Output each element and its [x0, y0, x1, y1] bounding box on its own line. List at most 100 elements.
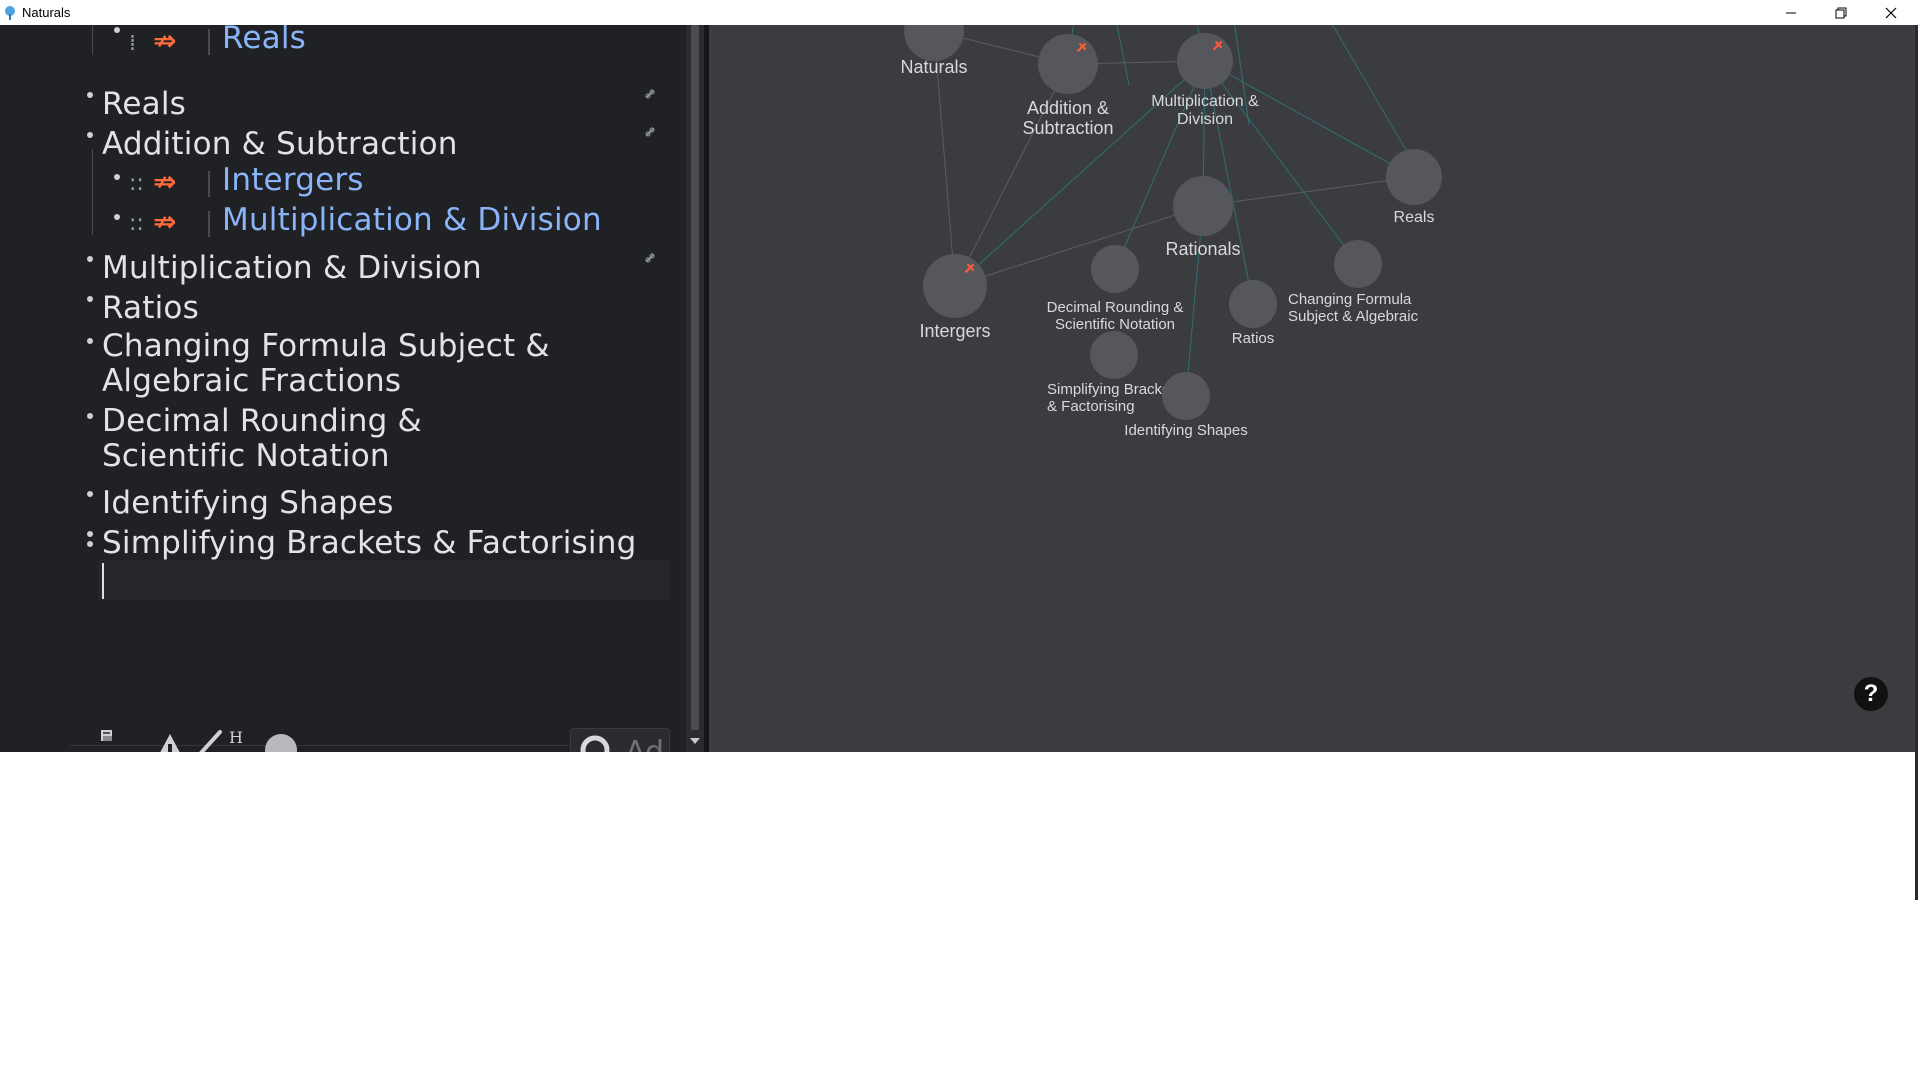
- node-label: Division: [1177, 111, 1233, 128]
- restore-button[interactable]: [1818, 0, 1864, 25]
- list-item-identifying-shapes[interactable]: Identifying Shapes: [0, 462, 686, 521]
- bullet: [87, 92, 93, 98]
- bullet: [87, 491, 93, 497]
- node-circle[interactable]: [1173, 176, 1233, 236]
- list-item-link-multiplication-division[interactable]: :: ⇏ Multiplication & Division: [0, 185, 686, 238]
- item-text[interactable]: Simplifying Brackets & Factorising: [102, 525, 636, 561]
- bullet: [87, 132, 93, 138]
- node-circle[interactable]: [1162, 372, 1210, 420]
- minimize-icon: [1786, 12, 1796, 13]
- bullet: [87, 413, 93, 419]
- node-label: Multiplication &: [1151, 93, 1259, 110]
- graph-node-naturals[interactable]: Naturals: [900, 25, 968, 77]
- graph-node-addsub[interactable]: Addition &Subtraction: [1022, 34, 1114, 138]
- node-circle[interactable]: [1091, 245, 1139, 293]
- list-item-link-reals[interactable]: ⁞ ⇏ Reals: [0, 25, 686, 59]
- node-circle[interactable]: [1038, 34, 1098, 94]
- outline-pane[interactable]: ⁞ ⇏ Reals Reals Addition & Subtraction :…: [0, 25, 686, 752]
- graph-node-reals[interactable]: Reals: [1386, 149, 1442, 226]
- graph-edge: [1331, 25, 1410, 156]
- list-item-ratios[interactable]: Ratios: [0, 267, 686, 326]
- bullet: [87, 338, 93, 344]
- restore-icon: [1835, 7, 1847, 18]
- graph-node-rationals[interactable]: Rationals: [1165, 176, 1241, 259]
- node-label: Naturals: [900, 57, 967, 77]
- node-label: Subtraction: [1022, 118, 1113, 138]
- list-item-multiplication-division[interactable]: Multiplication & Division: [0, 227, 686, 286]
- graph-nodes[interactable]: Naturals Addition &Subtraction Multiplicat…: [900, 25, 1442, 439]
- graph-edge: [1202, 176, 1415, 207]
- scrollbar-thumb[interactable]: [691, 25, 699, 730]
- search-icon: [580, 735, 610, 752]
- node-label: & Factorising: [1047, 398, 1135, 415]
- scroll-down-arrow-icon[interactable]: [690, 738, 700, 744]
- search-input[interactable]: Ad: [570, 728, 670, 752]
- graph-node-changing[interactable]: Changing FormulaSubject & Algebraic: [1288, 240, 1419, 325]
- heading-icon[interactable]: H: [229, 728, 243, 747]
- node-label: Scientific Notation: [1055, 316, 1175, 333]
- node-label: Intergers: [919, 321, 990, 341]
- graph-edge: [1204, 60, 1359, 265]
- text-caret: [102, 563, 104, 599]
- notes-icon[interactable]: [100, 728, 116, 744]
- list-item-changing-formula[interactable]: Changing Formula Subject & Algebraic Fra…: [0, 309, 686, 399]
- node-label: Rationals: [1165, 239, 1240, 259]
- drag-handle-icon[interactable]: ⁞: [129, 31, 136, 56]
- bullet: [114, 27, 120, 33]
- bullet: [87, 531, 93, 537]
- new-item-input[interactable]: [98, 560, 670, 600]
- graph-edge: [1234, 25, 1250, 126]
- graph-node-decimal[interactable]: Decimal Rounding &Scientific Notation: [1047, 245, 1184, 333]
- list-item-simplifying-brackets[interactable]: Simplifying Brackets & Factorising: [0, 502, 686, 561]
- bullet: [114, 214, 120, 220]
- node-label: Ratios: [1232, 330, 1275, 347]
- window-title: Naturals: [22, 5, 71, 20]
- bullet: [87, 296, 93, 302]
- node-label: Identifying Shapes: [1124, 422, 1247, 439]
- link-icon[interactable]: [645, 253, 655, 263]
- node-circle[interactable]: [1386, 149, 1442, 205]
- link-icon[interactable]: [645, 127, 655, 137]
- node-circle[interactable]: [1177, 33, 1233, 89]
- graph-node-brackets[interactable]: Simplifying Brackets& Factorising: [1047, 331, 1182, 415]
- search-placeholder: Ad: [625, 735, 664, 752]
- graph-node-ratios[interactable]: Ratios: [1229, 280, 1277, 347]
- list-item-addition-subtraction[interactable]: Addition & Subtraction: [0, 103, 686, 162]
- link-separator: [208, 29, 210, 55]
- outline-scrollbar[interactable]: [686, 25, 704, 752]
- node-label: Addition &: [1027, 98, 1109, 118]
- link-icon[interactable]: [645, 89, 655, 99]
- graph-edge: [1116, 25, 1130, 86]
- link-text[interactable]: Reals: [222, 25, 306, 56]
- help-button[interactable]: ?: [1854, 677, 1888, 711]
- graph-edge: [1204, 60, 1415, 178]
- list-item-decimal-rounding[interactable]: Decimal Rounding & Scientific Notation: [0, 384, 686, 474]
- node-circle[interactable]: [1229, 280, 1277, 328]
- warning-icon[interactable]: [152, 732, 188, 752]
- node-circle[interactable]: [923, 254, 987, 318]
- bullet: [87, 256, 93, 262]
- node-label: Changing Formula: [1288, 291, 1412, 308]
- title-bar: Naturals: [0, 0, 1918, 25]
- minimize-button[interactable]: [1768, 0, 1814, 25]
- node-circle[interactable]: [1334, 240, 1382, 288]
- app-icon: [5, 6, 15, 20]
- close-button[interactable]: [1868, 0, 1914, 25]
- list-item-reals[interactable]: Reals: [0, 63, 686, 122]
- brush-icon[interactable]: [188, 730, 224, 752]
- relation-arrow-icon[interactable]: ⇏: [153, 25, 176, 57]
- node-circle[interactable]: [904, 25, 964, 61]
- close-icon: [1885, 7, 1897, 18]
- graph-pane[interactable]: Naturals Addition & Subtraction Multiplicat…: [709, 25, 1915, 752]
- graph-canvas[interactable]: Naturals Addition &Subtraction Multiplicat…: [709, 25, 1915, 752]
- list-item-link-intergers[interactable]: :: ⇏ Intergers: [0, 145, 686, 198]
- node-label: Simplifying Brackets: [1047, 381, 1182, 398]
- bullet: [114, 174, 120, 180]
- node-label: Decimal Rounding &: [1047, 299, 1184, 316]
- bullet: [87, 541, 93, 547]
- node-circle[interactable]: [1090, 331, 1138, 379]
- node-label: Subject & Algebraic: [1288, 308, 1419, 325]
- node-label: Reals: [1394, 209, 1435, 226]
- circle-icon[interactable]: [264, 733, 298, 752]
- graph-node-intergers[interactable]: Intergers: [919, 254, 991, 341]
